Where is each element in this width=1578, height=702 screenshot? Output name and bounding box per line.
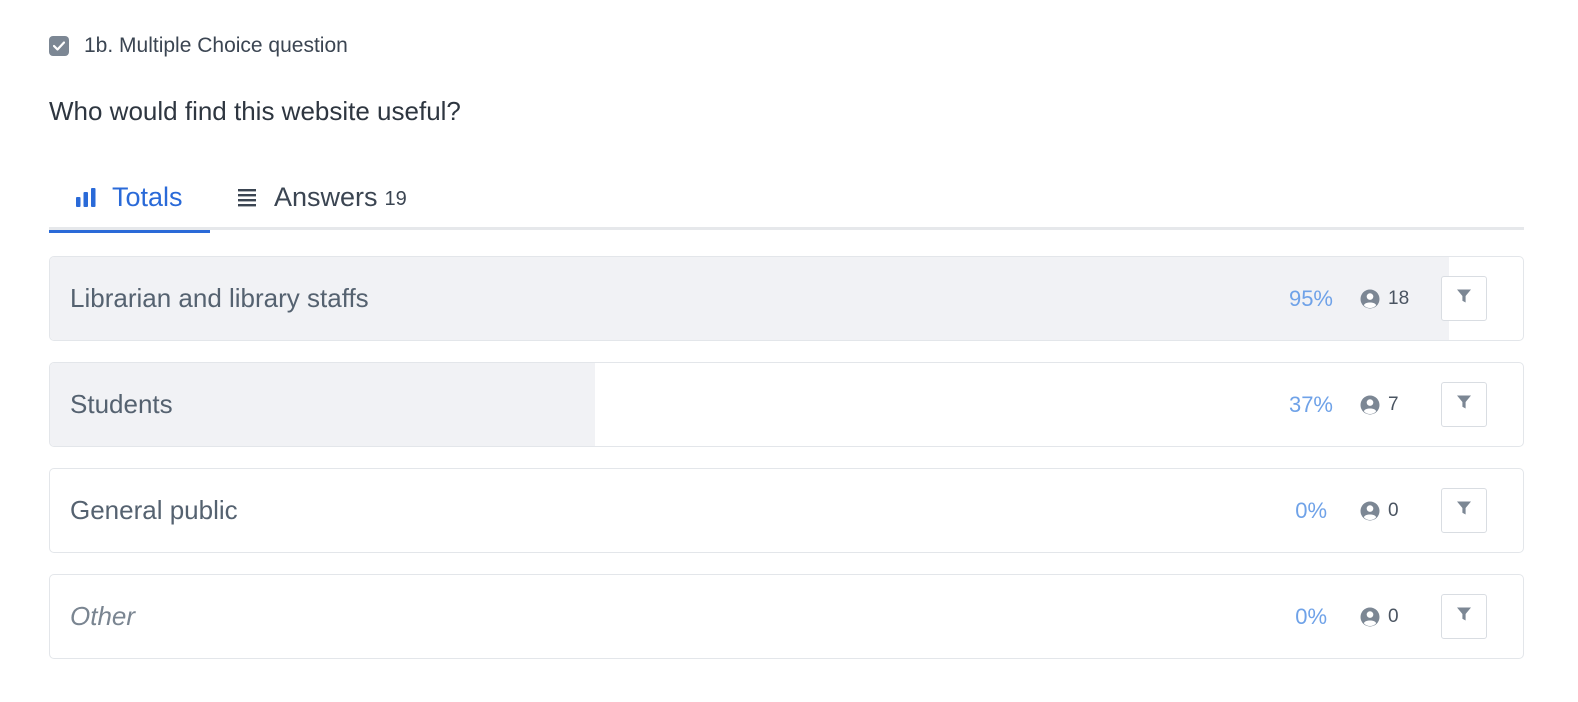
question-title: Who would find this website useful? <box>49 96 461 126</box>
filter-button[interactable] <box>1441 488 1487 533</box>
option-percent: 95% <box>1288 285 1333 311</box>
user-circle-icon <box>1360 501 1380 521</box>
filter-icon <box>1456 500 1472 521</box>
question-type-label: 1b. Multiple Choice question <box>84 34 348 57</box>
option-percent: 0% <box>1295 497 1327 523</box>
option-count: 18 <box>1388 287 1410 309</box>
option-respondent-count: 7 <box>1360 363 1399 446</box>
list-icon <box>237 186 259 208</box>
filter-button[interactable] <box>1441 594 1487 639</box>
user-circle-icon <box>1360 607 1380 627</box>
checkbox-checked-icon <box>49 36 69 56</box>
tab-answers-label: Answers <box>274 181 378 212</box>
option-label: General public <box>70 495 238 525</box>
answers-count: 19 <box>384 187 407 210</box>
option-count: 0 <box>1388 499 1399 521</box>
option-row: General public 0% 0 <box>49 468 1524 553</box>
option-row: Librarian and library staffs 95% 18 <box>49 256 1524 341</box>
filter-button[interactable] <box>1441 276 1487 321</box>
question-type: 1b. Multiple Choice question <box>49 33 348 59</box>
filter-icon <box>1456 288 1472 309</box>
option-count: 7 <box>1388 393 1399 415</box>
option-label: Students <box>70 389 173 419</box>
user-circle-icon <box>1360 289 1380 309</box>
option-respondent-count: 18 <box>1360 257 1409 340</box>
filter-button[interactable] <box>1441 382 1487 427</box>
bar-chart-icon <box>75 186 97 208</box>
option-count: 0 <box>1388 605 1399 627</box>
option-label: Other <box>70 601 136 631</box>
option-row: Students 37% 7 <box>49 362 1524 447</box>
tab-answers[interactable]: Answers 19 <box>237 164 407 230</box>
option-respondent-count: 0 <box>1360 575 1399 658</box>
option-percent: 37% <box>1288 391 1333 417</box>
option-percent: 0% <box>1295 603 1327 629</box>
answer-options: Librarian and library staffs 95% 18 Stud… <box>49 256 1524 680</box>
option-respondent-count: 0 <box>1360 469 1399 552</box>
option-row: Other 0% 0 <box>49 574 1524 659</box>
filter-icon <box>1456 606 1472 627</box>
filter-icon <box>1456 394 1472 415</box>
tab-totals-label: Totals <box>112 181 183 212</box>
tab-totals[interactable]: Totals <box>49 164 210 233</box>
user-circle-icon <box>1360 395 1380 415</box>
option-label: Librarian and library staffs <box>70 283 369 313</box>
tab-bar: Totals Answers 19 <box>49 164 1524 233</box>
